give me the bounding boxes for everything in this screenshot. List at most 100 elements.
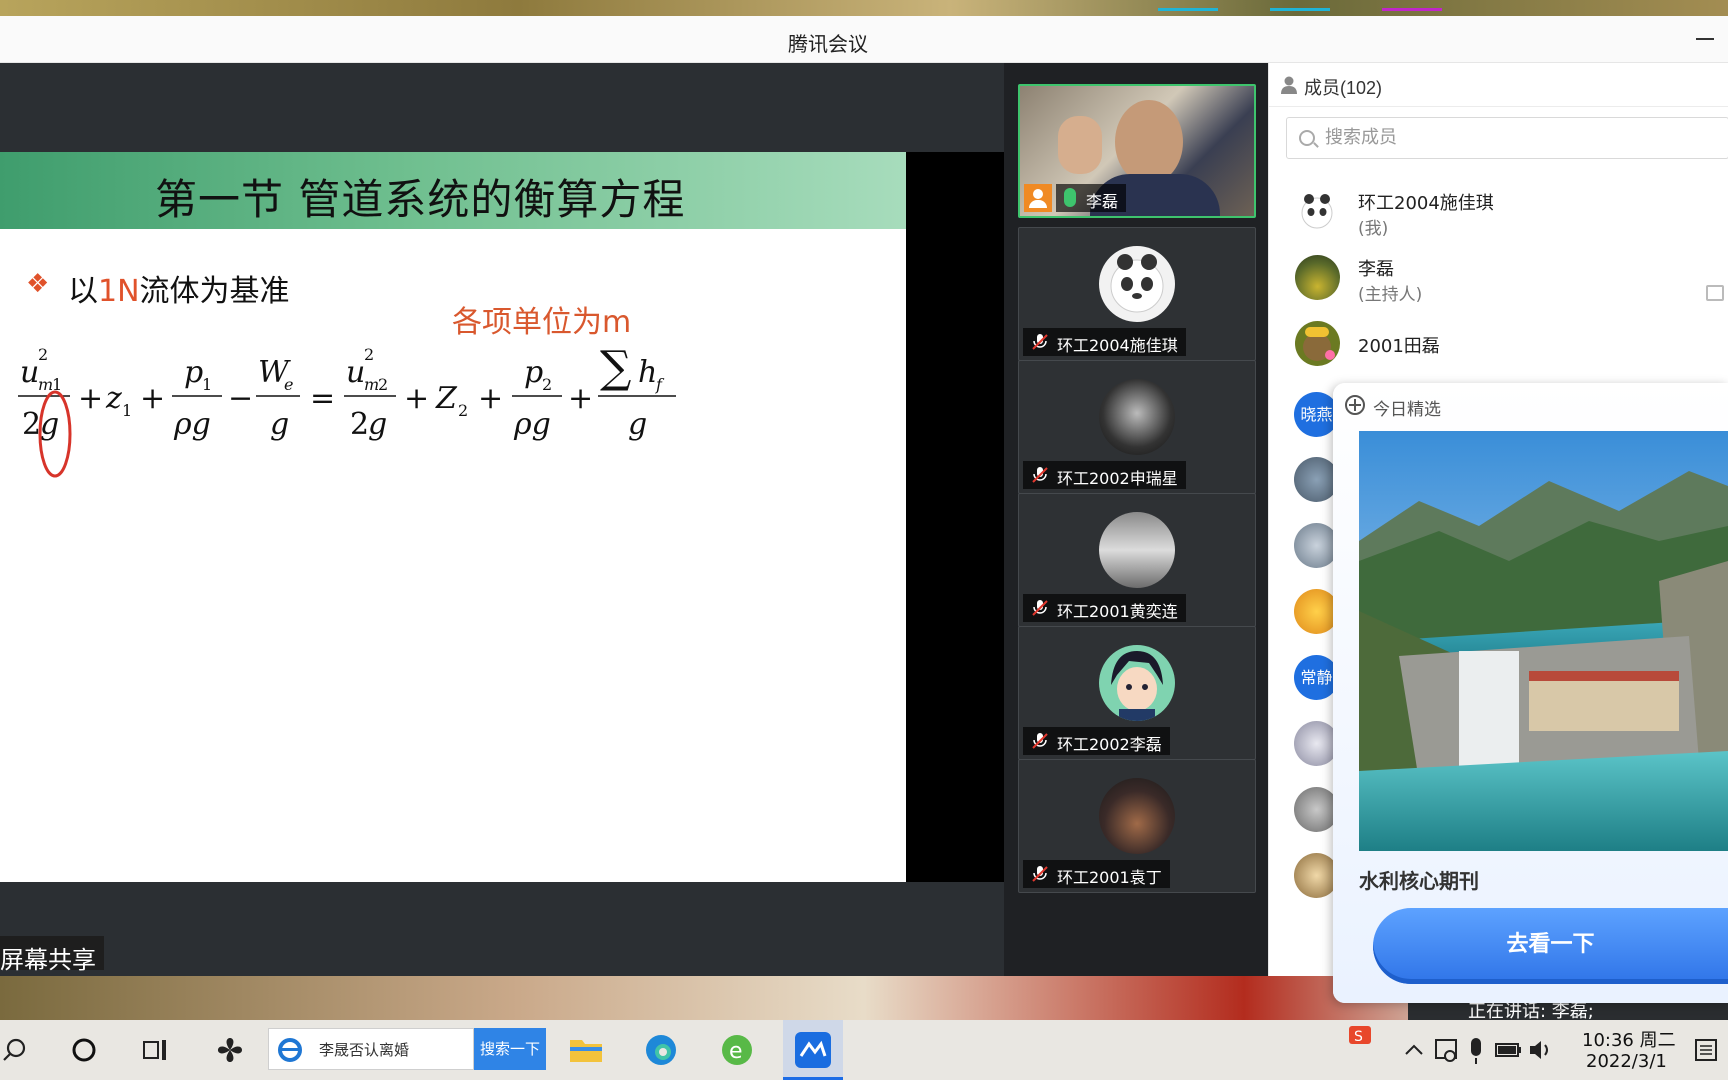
svg-text:e: e xyxy=(284,375,293,394)
desktop-thumbnail xyxy=(1382,8,1442,16)
mic-off-icon xyxy=(1032,467,1048,483)
svg-text:+: + xyxy=(478,381,503,416)
svg-text:z: z xyxy=(105,381,122,416)
participant-name: 李磊 xyxy=(1086,192,1119,211)
desktop-top-strip xyxy=(0,0,1728,16)
svg-text:1: 1 xyxy=(202,375,212,394)
svg-text:Z: Z xyxy=(435,381,458,416)
shared-screen-stage: 第一节 管道系统的衡算方程 ❖ 以1N流体为基准 各项单位为m u 2 m 1 … xyxy=(0,63,1004,976)
video-tile-name: 环工2004施佳琪 xyxy=(1023,328,1186,356)
svg-text:f: f xyxy=(655,375,665,394)
minimize-button[interactable] xyxy=(1696,38,1714,40)
task-view-icon[interactable] xyxy=(136,1030,176,1070)
person-icon xyxy=(1281,76,1297,94)
avatar xyxy=(1099,778,1175,854)
avatar xyxy=(1099,246,1175,322)
avatar xyxy=(1099,379,1175,455)
svg-text:m: m xyxy=(38,375,53,394)
taskbar-active-app[interactable] xyxy=(783,1020,843,1080)
member-role: (我) xyxy=(1358,219,1389,239)
member-name: 2001田磊 xyxy=(1358,336,1440,357)
wps-icon[interactable]: S xyxy=(1346,1020,1376,1050)
clock-time[interactable]: 10:36 周二 xyxy=(1582,1026,1676,1052)
screen-share-label: 屏幕共享 xyxy=(0,936,104,974)
video-tile[interactable]: 环工2004施佳琪 xyxy=(1018,227,1256,361)
svg-text:−: − xyxy=(228,381,253,416)
browser-e-icon[interactable]: e xyxy=(717,1030,757,1070)
desktop-thumbnail xyxy=(1158,8,1218,16)
member-item[interactable]: 2001田磊 xyxy=(1295,319,1715,369)
member-name: 李磊 xyxy=(1358,259,1394,280)
video-tile[interactable]: 环工2001黄奕连 xyxy=(1018,493,1256,627)
browser-search-box[interactable]: 李晟否认离婚 xyxy=(268,1028,474,1070)
video-tile[interactable]: 环工2001袁丁 xyxy=(1018,759,1256,893)
go-see-button[interactable]: 去看一下 xyxy=(1373,908,1728,984)
video-tile[interactable]: 环工2002李磊 xyxy=(1018,626,1256,760)
svg-text:=: = xyxy=(310,381,335,416)
participant-name: 环工2002申瑞星 xyxy=(1057,469,1178,488)
popup-title: 今日精选 xyxy=(1373,400,1441,420)
browser-search-button[interactable]: 搜索一下 xyxy=(474,1028,546,1070)
add-circle-icon xyxy=(1345,395,1365,415)
svg-text:∑: ∑ xyxy=(600,342,631,393)
slide-title: 第一节 管道系统的衡算方程 xyxy=(155,175,686,224)
mic-on-icon xyxy=(1064,188,1076,207)
avatar xyxy=(1295,321,1340,366)
svg-text:2: 2 xyxy=(22,407,41,442)
energy-balance-equation: u 2 m 1 2 g + z 1 + p 1 ρg − W e g = u 2… xyxy=(18,342,676,478)
participant-name: 环工2002李磊 xyxy=(1057,735,1162,754)
avatar xyxy=(1099,645,1175,721)
svg-text:2: 2 xyxy=(458,401,468,420)
svg-text:2: 2 xyxy=(350,407,369,442)
svg-text:+: + xyxy=(140,381,165,416)
svg-text:e: e xyxy=(729,1039,743,1064)
participant-name: 环工2001袁丁 xyxy=(1057,868,1162,887)
svg-text:g: g xyxy=(368,407,387,442)
unit-annotation: 各项单位为m xyxy=(452,305,632,340)
video-tile[interactable]: 环工2002申瑞星 xyxy=(1018,360,1256,494)
svg-text:h: h xyxy=(638,355,657,390)
member-name: 环工2004施佳琪 xyxy=(1358,193,1494,214)
clock-date[interactable]: 2022/3/1 xyxy=(1586,1051,1667,1072)
member-item[interactable]: 环工2004施佳琪 (我) xyxy=(1295,187,1715,239)
svg-text:ρg: ρg xyxy=(513,407,551,442)
volume-icon[interactable] xyxy=(1520,1030,1560,1070)
svg-text:g: g xyxy=(270,407,289,442)
svg-text:2: 2 xyxy=(542,375,552,394)
ie-icon xyxy=(278,1038,302,1062)
app-pinwheel-icon[interactable] xyxy=(210,1030,250,1070)
cortana-icon[interactable] xyxy=(64,1030,104,1070)
tencent-meeting-icon xyxy=(795,1032,831,1068)
member-search-box[interactable] xyxy=(1286,117,1728,159)
video-tile-name: 李磊 xyxy=(1056,184,1127,212)
message-icon[interactable] xyxy=(1706,285,1724,301)
mic-off-icon xyxy=(1032,733,1048,749)
bullet-highlight: 1N xyxy=(98,274,140,309)
popup-caption: 水利核心期刊 xyxy=(1359,869,1479,893)
browser-search-text: 李晟否认离婚 xyxy=(319,1041,410,1059)
windows-taskbar: 李晟否认离婚 搜索一下 e S 10:36 周二 2022/3/1 xyxy=(0,1020,1728,1080)
svg-text:2: 2 xyxy=(364,345,374,364)
mic-off-icon xyxy=(1032,866,1048,882)
svg-text:+: + xyxy=(78,381,103,416)
windows-search-icon[interactable] xyxy=(0,1030,40,1070)
notification-icon[interactable] xyxy=(1686,1030,1726,1070)
video-tile-host[interactable]: 李磊 xyxy=(1018,84,1256,218)
file-explorer-icon[interactable] xyxy=(566,1030,606,1070)
mic-off-icon xyxy=(1032,600,1048,616)
participant-name: 环工2001黄奕连 xyxy=(1057,602,1178,621)
member-search-input[interactable] xyxy=(1325,127,1705,148)
video-tile-name: 环工2001袁丁 xyxy=(1023,860,1170,888)
video-tile-name: 环工2001黄奕连 xyxy=(1023,594,1186,622)
svg-text:2: 2 xyxy=(378,375,388,394)
video-tile-column: 李磊 环工2004施佳琪 环工2002申瑞星 环工2001黄奕连 环工2002李… xyxy=(1004,63,1268,976)
desktop-thumbnail xyxy=(1270,8,1330,16)
bullet-marker: ❖ xyxy=(26,268,50,298)
search-icon xyxy=(1299,130,1315,146)
member-count-title: 成员(102) xyxy=(1304,78,1383,98)
member-role: (主持人) xyxy=(1358,285,1423,305)
host-icon xyxy=(1024,184,1052,212)
edge-icon[interactable] xyxy=(641,1030,681,1070)
member-item[interactable]: 李磊 (主持人) xyxy=(1295,253,1715,305)
app-title: 腾讯会议 xyxy=(788,34,868,56)
